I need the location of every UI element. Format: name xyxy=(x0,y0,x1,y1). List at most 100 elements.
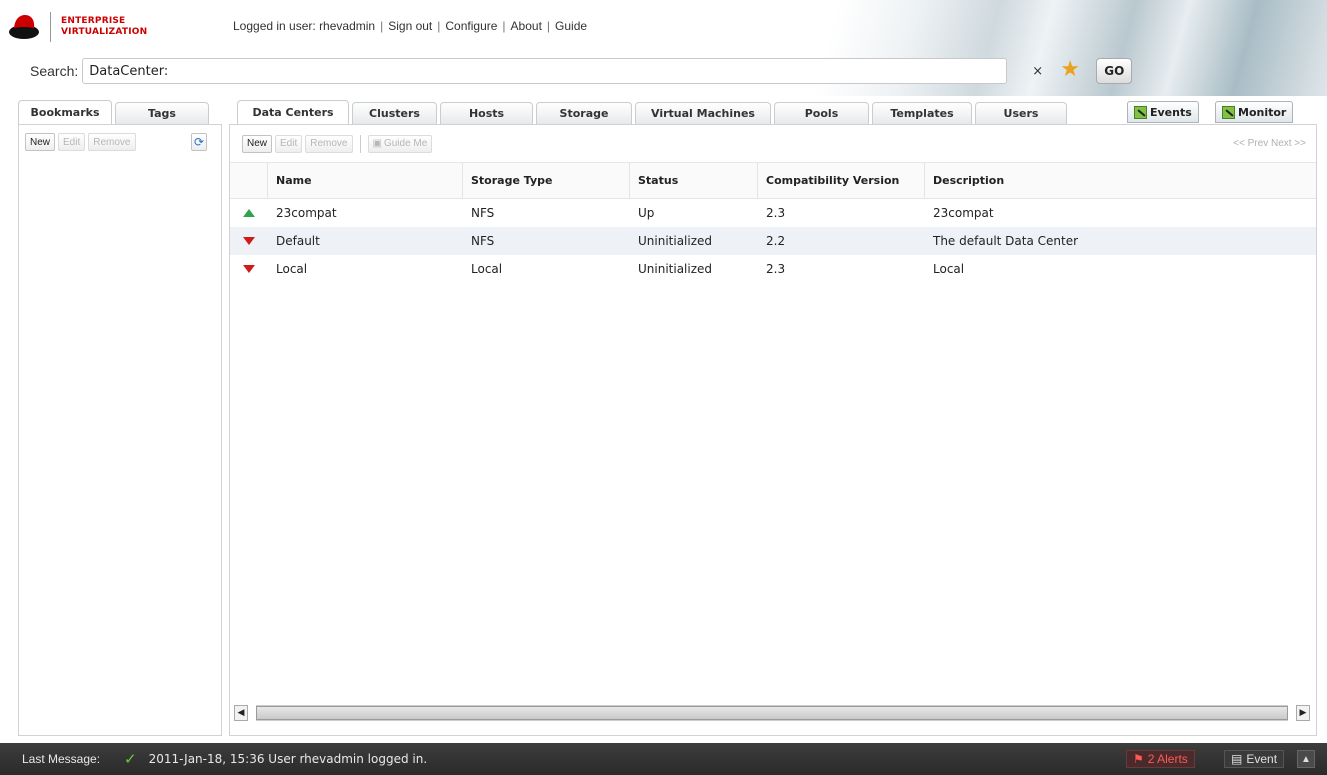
main-toolbar: New Edit Remove ▣ Guide Me << Prev Next … xyxy=(230,125,1316,163)
search-bar: Search: × ★ GO xyxy=(30,58,1133,84)
alerts-label: 2 Alerts xyxy=(1147,752,1188,766)
scroll-thumb[interactable] xyxy=(256,706,1288,720)
status-text-cell: Uninitialized xyxy=(638,234,713,248)
down-arrow-icon xyxy=(243,237,255,245)
tab-users[interactable]: Users xyxy=(975,102,1067,124)
column-header-name[interactable]: Name xyxy=(268,163,463,198)
scroll-track[interactable] xyxy=(256,705,1288,721)
events-label: Events xyxy=(1150,105,1192,119)
name-cell: 23compat xyxy=(276,206,337,220)
separator: | xyxy=(437,19,441,33)
column-header-compat-version[interactable]: Compatibility Version xyxy=(758,163,925,198)
tab-bookmarks[interactable]: Bookmarks xyxy=(18,100,112,124)
separator: | xyxy=(380,19,384,33)
column-header-storage-type[interactable]: Storage Type xyxy=(463,163,630,198)
remove-button[interactable]: Remove xyxy=(305,134,353,153)
table-row[interactable]: 23compat NFS Up 2.3 23compat xyxy=(230,199,1316,227)
guide-link[interactable]: Guide xyxy=(555,19,587,33)
tab-clusters[interactable]: Clusters xyxy=(352,102,437,124)
alerts-button[interactable]: ⚑ 2 Alerts xyxy=(1126,750,1195,768)
configure-link[interactable]: Configure xyxy=(445,19,497,33)
user-bar: Logged in user: rhevadmin | Sign out | C… xyxy=(233,19,587,33)
refresh-icon[interactable]: ⟳ xyxy=(191,133,207,151)
guide-me-button[interactable]: ▣ Guide Me xyxy=(367,134,433,153)
description-cell: 23compat xyxy=(933,206,994,220)
search-label: Search: xyxy=(30,63,79,79)
brand-line-1: ENTERPRISE xyxy=(61,16,126,26)
pager[interactable]: << Prev Next >> xyxy=(1233,138,1306,149)
star-icon[interactable]: ★ xyxy=(1060,59,1080,81)
column-header-description[interactable]: Description xyxy=(925,163,1315,198)
events-icon xyxy=(1134,105,1147,119)
storage-type-cell: Local xyxy=(471,262,503,276)
monitor-icon xyxy=(1222,105,1235,119)
go-button[interactable]: GO xyxy=(1096,58,1133,84)
new-bookmark-button[interactable]: New xyxy=(25,133,56,151)
tab-hosts[interactable]: Hosts xyxy=(440,102,533,124)
logged-in-user: Logged in user: rhevadmin xyxy=(233,19,376,33)
brand-line-2: VIRTUALIZATION xyxy=(61,27,148,37)
separator: | xyxy=(546,19,551,33)
toolbar-divider xyxy=(359,134,361,153)
event-icon: ▤ xyxy=(1231,752,1243,766)
status-bar: Last Message: ✓ 2011-Jan-18, 15:36 User … xyxy=(0,743,1327,775)
version-cell: 2.2 xyxy=(766,234,786,248)
expand-panel-icon[interactable]: ▲ xyxy=(1297,750,1315,768)
tab-storage[interactable]: Storage xyxy=(536,102,632,124)
data-centers-table: Name Storage Type Status Compatibility V… xyxy=(230,163,1316,283)
tab-tags[interactable]: Tags xyxy=(115,102,209,124)
last-message-text: 2011-Jan-18, 15:36 User rhevadmin logged… xyxy=(148,752,428,766)
data-centers-panel: New Edit Remove ▣ Guide Me << Prev Next … xyxy=(229,124,1317,736)
down-arrow-icon xyxy=(243,265,255,273)
storage-type-cell: NFS xyxy=(471,206,495,220)
name-cell: Default xyxy=(276,234,320,248)
event-button[interactable]: ▤ Event xyxy=(1224,750,1285,768)
sign-out-link[interactable]: Sign out xyxy=(388,19,432,33)
up-arrow-icon xyxy=(243,209,255,217)
logo-divider xyxy=(50,12,51,42)
table-header: Name Storage Type Status Compatibility V… xyxy=(230,163,1316,199)
left-tab-bar: Bookmarks Tags xyxy=(18,100,212,124)
header: ENTERPRISE VIRTUALIZATION Logged in user… xyxy=(0,0,1327,96)
main-tab-bar: Data Centers Clusters Hosts Storage Virt… xyxy=(237,100,1070,124)
about-link[interactable]: About xyxy=(511,19,542,33)
last-message-label: Last Message: xyxy=(22,752,101,766)
separator: | xyxy=(502,19,506,33)
check-icon: ✓ xyxy=(124,751,137,768)
scroll-left-icon[interactable]: ◀ xyxy=(234,705,248,721)
edit-bookmark-button[interactable]: Edit xyxy=(58,133,86,151)
guide-me-icon: ▣ xyxy=(372,138,382,149)
brand-text: ENTERPRISE VIRTUALIZATION xyxy=(61,16,147,38)
tab-virtual-machines[interactable]: Virtual Machines xyxy=(635,102,771,124)
table-row[interactable]: Local Local Uninitialized 2.3 Local xyxy=(230,255,1316,283)
search-input[interactable] xyxy=(82,58,1008,84)
status-text-cell: Up xyxy=(638,206,655,220)
version-cell: 2.3 xyxy=(766,206,786,220)
status-cell xyxy=(230,265,268,273)
bookmarks-panel: New Edit Remove ⟳ xyxy=(18,124,222,736)
column-header-status[interactable]: Status xyxy=(630,163,758,198)
alert-icon: ⚑ xyxy=(1133,752,1144,766)
tab-templates[interactable]: Templates xyxy=(872,102,972,124)
remove-bookmark-button[interactable]: Remove xyxy=(88,133,136,151)
name-cell: Local xyxy=(276,262,308,276)
table-row[interactable]: Default NFS Uninitialized 2.2 The defaul… xyxy=(230,227,1316,255)
status-column-header xyxy=(230,163,268,198)
tab-pools[interactable]: Pools xyxy=(774,102,869,124)
scroll-right-icon[interactable]: ▶ xyxy=(1296,705,1310,721)
monitor-tab[interactable]: Monitor xyxy=(1215,101,1294,123)
monitor-label: Monitor xyxy=(1238,105,1287,119)
redhat-logo-icon xyxy=(8,12,40,42)
description-cell: The default Data Center xyxy=(933,234,1079,248)
brand-logo: ENTERPRISE VIRTUALIZATION xyxy=(8,10,147,44)
horizontal-scrollbar[interactable]: ◀ ▶ xyxy=(234,705,1310,721)
description-cell: Local xyxy=(933,262,965,276)
new-button[interactable]: New xyxy=(242,134,273,153)
event-label: Event xyxy=(1246,752,1278,766)
events-tab[interactable]: Events xyxy=(1127,101,1199,123)
status-cell xyxy=(230,237,268,245)
guide-me-label: Guide Me xyxy=(383,138,428,149)
clear-search-icon[interactable]: × xyxy=(1032,64,1043,79)
edit-button[interactable]: Edit xyxy=(275,134,303,153)
tab-data-centers[interactable]: Data Centers xyxy=(237,100,349,124)
